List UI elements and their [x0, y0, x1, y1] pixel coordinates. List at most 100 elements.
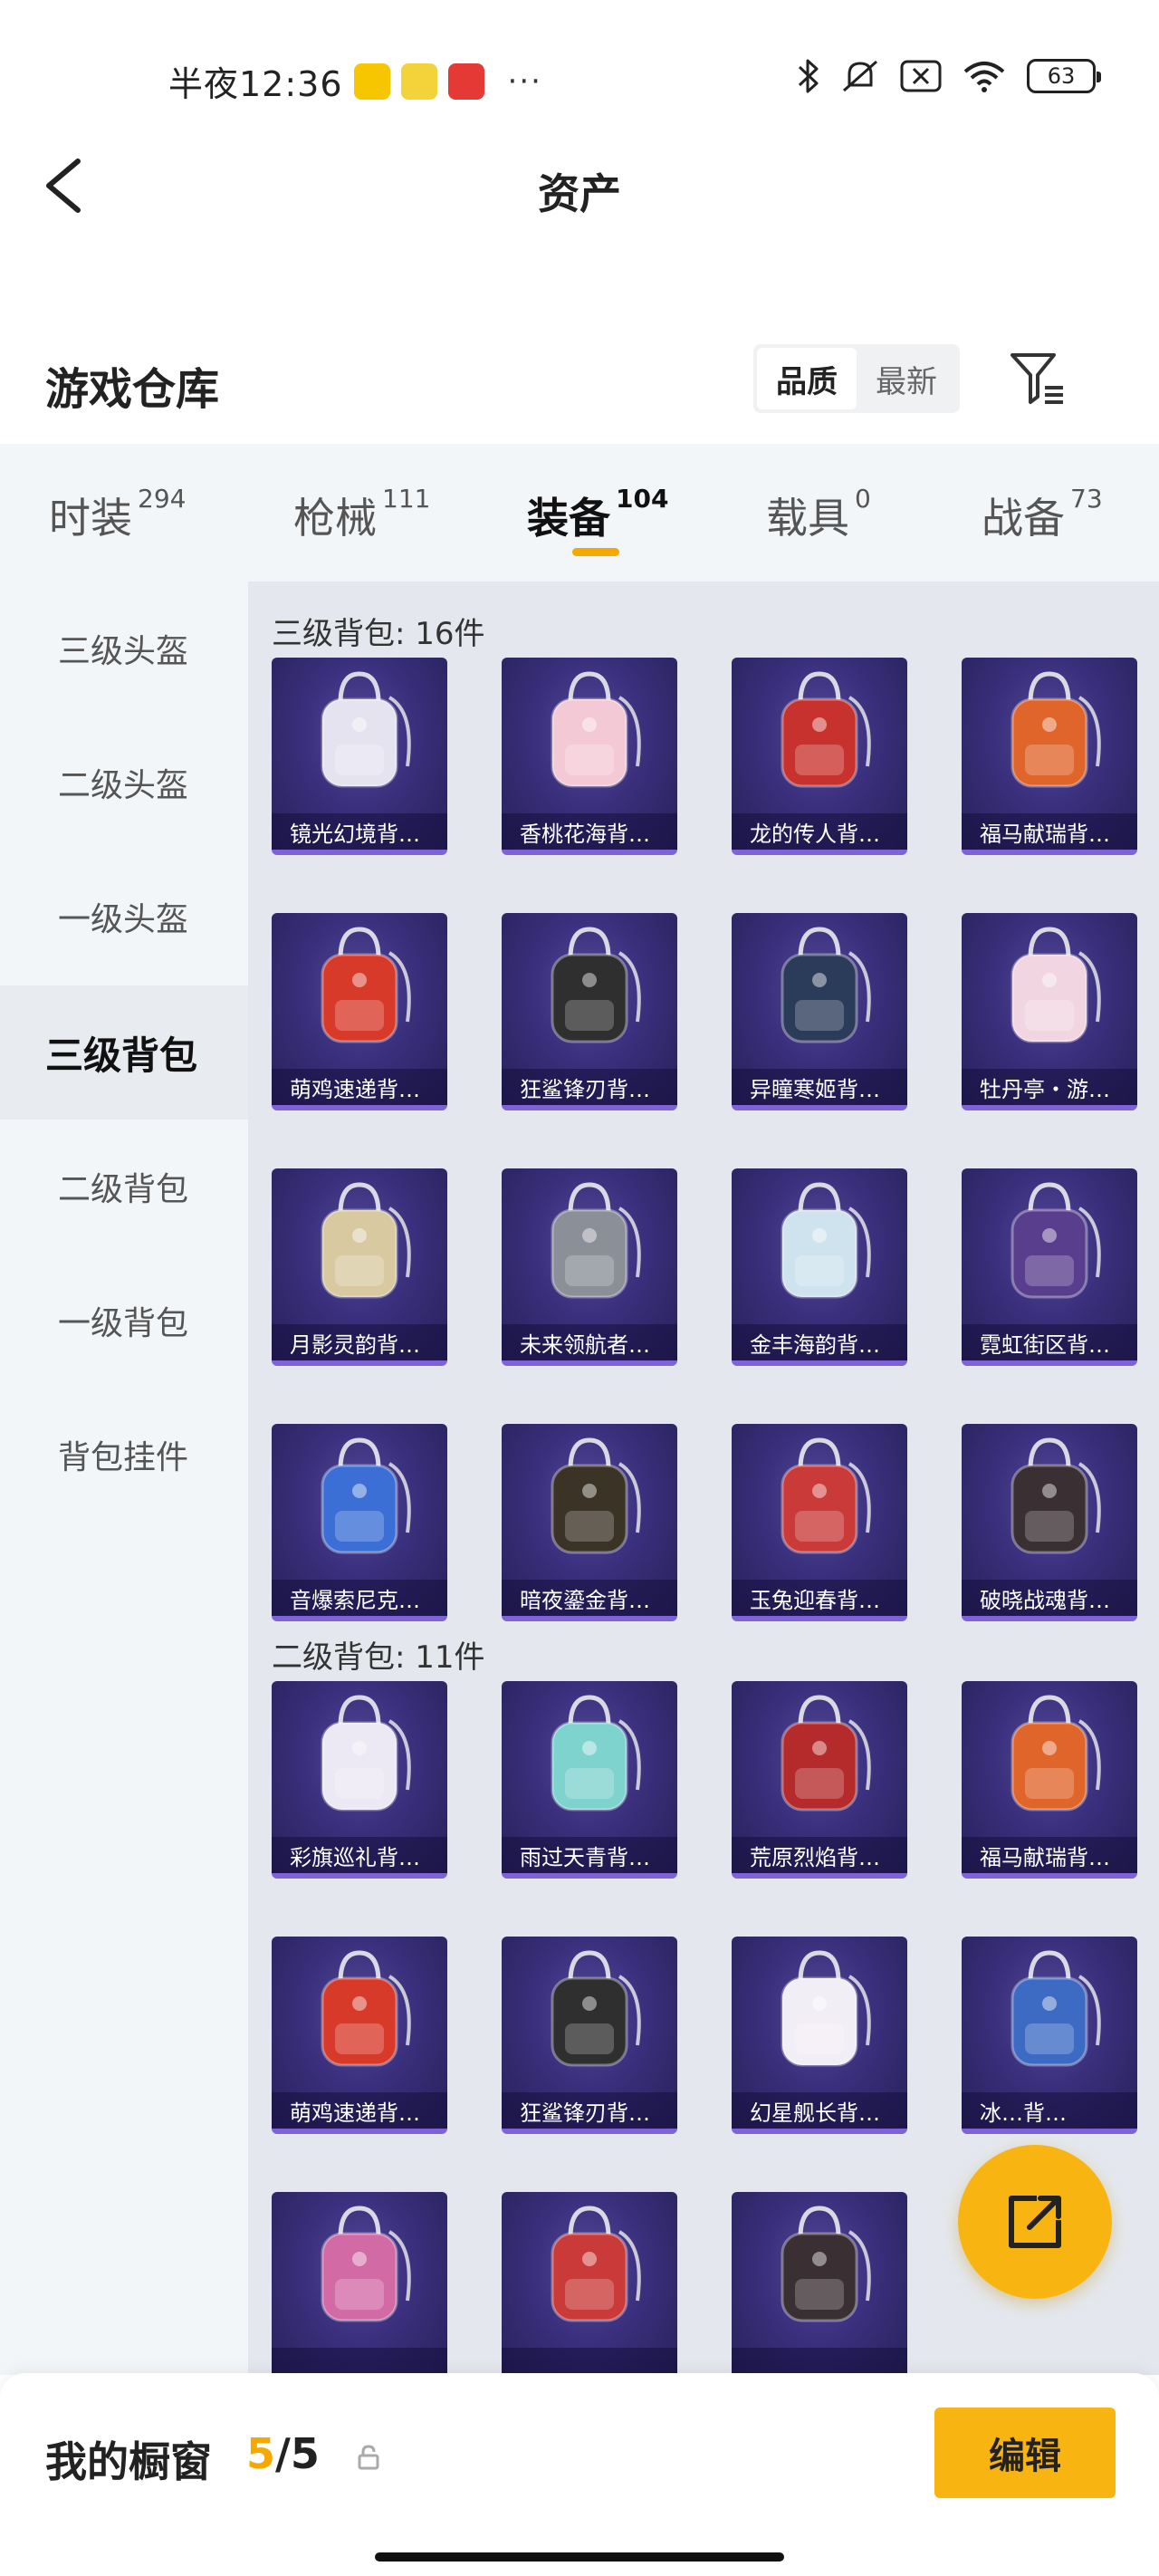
backpack-icon [1011, 927, 1101, 1043]
item-name: 狂鲨锋刃背… [502, 2092, 677, 2129]
sidebar-item-backpack-charm[interactable]: 背包挂件 [0, 1388, 248, 1522]
backpack-icon [551, 1950, 641, 2067]
backpack-icon [781, 1695, 871, 1812]
item-name: 月影灵韵背… [272, 1324, 447, 1360]
tab-count: 294 [138, 484, 187, 514]
status-right: 63 [797, 58, 1101, 94]
item-name: 龙的传人背… [732, 813, 907, 850]
sidebar-item-helmet-lv3[interactable]: 三级头盔 [0, 582, 248, 716]
item-name: 萌鸡速递背… [272, 2092, 447, 2129]
edit-button[interactable]: 编辑 [934, 2408, 1116, 2498]
backpack-icon [551, 2206, 641, 2322]
item-card[interactable]: 香桃花海背… [502, 658, 677, 855]
backpack-icon [1011, 1950, 1101, 2067]
item-name: 雨过天青背… [502, 1837, 677, 1873]
item-card[interactable]: 萌鸡速递背… [272, 913, 447, 1110]
lock-icon [358, 2445, 379, 2470]
share-external-icon [1009, 2196, 1061, 2248]
tab-count: 104 [616, 484, 669, 514]
item-card[interactable]: 雨过天青背… [502, 1681, 677, 1879]
item-name: 福马献瑞背… [962, 1837, 1137, 1873]
item-card[interactable]: 彩旗巡礼背… [272, 1681, 447, 1879]
sort-toggle: 品质 最新 [753, 344, 960, 413]
tab-label: 装备 [527, 494, 610, 543]
item-card[interactable]: 破晓战魂背… [962, 1424, 1137, 1621]
item-name: 音爆索尼克… [272, 1580, 447, 1616]
backpack-icon [321, 1950, 411, 2067]
status-left: 半夜12:36 ··· [168, 56, 542, 106]
item-card[interactable]: 冰…背… [962, 1937, 1137, 2134]
item-card[interactable]: 萌鸡速递背… [272, 1937, 447, 2134]
item-card[interactable]: 荒原烈焰背… [732, 1681, 907, 1879]
item-card[interactable]: 镜光幻境背… [272, 658, 447, 855]
item-card[interactable]: 龙的传人背… [732, 658, 907, 855]
tab-fashion[interactable]: 时装 294 [49, 484, 187, 545]
tab-label: 时装 [49, 494, 132, 543]
tab-vehicles[interactable]: 载具 0 [766, 484, 871, 545]
item-card[interactable]: 霓虹街区背… [962, 1168, 1137, 1366]
item-name: 萌鸡速递背… [272, 1069, 447, 1105]
sidebar-item-helmet-lv2[interactable]: 二级头盔 [0, 716, 248, 850]
backpack-icon [781, 927, 871, 1043]
item-card[interactable] [272, 2192, 447, 2375]
item-grid-area: 三级背包: 16件 二级背包: 11件 镜光幻境背… 香桃花海背… 龙的传人背… 福马… [248, 582, 1159, 2375]
active-tab-indicator [572, 548, 619, 556]
item-card[interactable]: 异瞳寒姬背… [732, 913, 907, 1110]
item-name: 彩旗巡礼背… [272, 1837, 447, 1873]
tab-firearms[interactable]: 枪械 111 [293, 484, 431, 545]
wifi-icon [963, 62, 1005, 92]
sort-quality-option[interactable]: 品质 [757, 348, 857, 409]
item-card[interactable]: 牡丹亭・游… [962, 913, 1137, 1110]
mute-icon [843, 60, 877, 92]
item-card[interactable]: 玉兔迎春背… [732, 1424, 907, 1621]
tab-count: 73 [1070, 484, 1103, 514]
sidebar-item-backpack-lv1[interactable]: 一级背包 [0, 1254, 248, 1388]
item-card[interactable]: 幻星舰长背… [732, 1937, 907, 2134]
item-name: 牡丹亭・游… [962, 1069, 1137, 1105]
warehouse-header: 游戏仓库 品质 最新 [0, 335, 1159, 435]
item-name: 福马献瑞背… [962, 813, 1137, 850]
filter-icon [1011, 353, 1063, 404]
sidebar-item-backpack-lv2[interactable]: 二级背包 [0, 1120, 248, 1254]
backpack-icon [551, 1182, 641, 1299]
backpack-icon [321, 671, 411, 788]
filter-button[interactable] [1005, 346, 1070, 411]
item-card[interactable] [732, 2192, 907, 2375]
showcase-count: 5/5 [246, 2429, 320, 2478]
backpack-icon [781, 2206, 871, 2322]
item-name: 异瞳寒姬背… [732, 1069, 907, 1105]
share-fab-button[interactable] [958, 2145, 1112, 2299]
item-card[interactable]: 狂鲨锋刃背… [502, 1937, 677, 2134]
sidebar-item-helmet-lv1[interactable]: 一级头盔 [0, 850, 248, 984]
sort-newest-option[interactable]: 最新 [857, 348, 956, 409]
tab-label: 枪械 [293, 494, 377, 543]
tab-count: 111 [382, 484, 431, 514]
showcase-total: /5 [275, 2429, 320, 2478]
item-card[interactable]: 暗夜鎏金背… [502, 1424, 677, 1621]
item-card[interactable]: 未来领航者… [502, 1168, 677, 1366]
item-card[interactable]: 音爆索尼克… [272, 1424, 447, 1621]
item-name [502, 2348, 677, 2375]
sidebar-item-backpack-lv3[interactable]: 三级背包 [0, 985, 248, 1120]
backpack-icon [1011, 1695, 1101, 1812]
showcase-label: 我的橱窗 [45, 2437, 212, 2486]
item-card[interactable]: 福马献瑞背… [962, 1681, 1137, 1879]
page-title: 资产 [538, 169, 621, 218]
item-name: 幻星舰长背… [732, 2092, 907, 2129]
status-bar: 半夜12:36 ··· 63 [0, 0, 1159, 159]
item-card[interactable]: 月影灵韵背… [272, 1168, 447, 1366]
tab-equipment[interactable]: 装备 104 [527, 484, 669, 545]
backpack-icon [551, 671, 641, 788]
item-card[interactable]: 金丰海韵背… [732, 1168, 907, 1366]
item-card[interactable]: 福马献瑞背… [962, 658, 1137, 855]
backpack-icon [321, 1437, 411, 1554]
battery-icon: 63 [1027, 59, 1101, 93]
item-card[interactable] [502, 2192, 677, 2375]
backpack-icon [321, 2206, 411, 2322]
item-card[interactable]: 狂鲨锋刃背… [502, 913, 677, 1110]
bluetooth-icon [798, 59, 819, 93]
home-indicator [375, 2552, 784, 2562]
showcase-current: 5 [246, 2429, 276, 2478]
warehouse-title: 游戏仓库 [45, 364, 220, 415]
tab-battle-supplies[interactable]: 战备 73 [982, 484, 1103, 545]
